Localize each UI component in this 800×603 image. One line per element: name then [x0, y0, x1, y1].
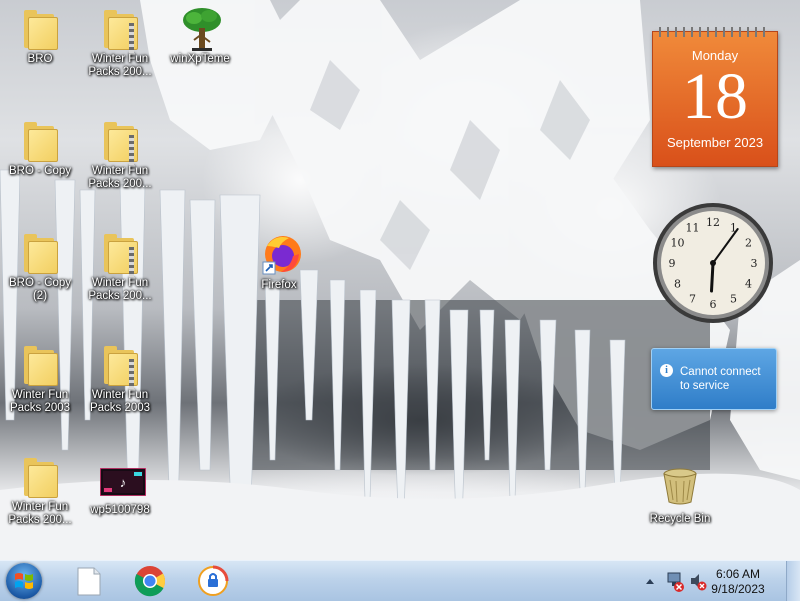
calendar-gadget[interactable]: Monday 18 September 2023: [652, 27, 778, 167]
desktop-icon-label: Firefox: [261, 279, 297, 291]
show-hidden-icons-arrow[interactable]: [642, 561, 658, 601]
chrome-icon: [134, 566, 166, 597]
desktop-icon-label: Winter Fun Packs 200...: [88, 277, 152, 302]
desktop-icon-bro-copy[interactable]: BRO - Copy: [2, 118, 78, 178]
clock-numeral: 8: [674, 278, 681, 291]
desktop-icon-label: winXpTeme: [170, 53, 230, 65]
desktop-icon-label: Winter Fun Packs 2003: [89, 389, 151, 414]
taskbar-clock-date[interactable]: 9/18/2023: [700, 582, 776, 596]
clock-numeral: 12: [706, 216, 720, 229]
desktop-icon-winter-fun-packs-zip-2[interactable]: Winter Fun Packs 200...: [82, 118, 158, 191]
windows-logo-icon: [15, 573, 33, 589]
taskbar-clock-time[interactable]: 6:06 AM: [700, 567, 776, 581]
calendar-date: 18: [682, 60, 748, 133]
desktop-icon-label: Winter Fun Packs 200...: [88, 53, 152, 78]
clock-numeral: 6: [710, 298, 717, 311]
desktop-icon-wp5100798[interactable]: ♪ wp5100798: [82, 467, 158, 517]
desktop-icon-bro-copy-2[interactable]: BRO - Copy (2): [2, 230, 78, 303]
service-message-line-2: to service: [680, 380, 730, 392]
desktop-icon-label: BRO: [27, 53, 53, 65]
taskbar-chrome-button[interactable]: [128, 564, 172, 598]
clock-numeral: 9: [669, 257, 676, 270]
clock-numeral: 10: [671, 237, 685, 250]
desktop-icon-label: Winter Fun Packs 2003: [9, 389, 71, 414]
zip-folder-icon: [100, 342, 140, 389]
service-message-line-1: Cannot connect: [680, 366, 761, 378]
desktop-icon-recycle-bin[interactable]: Recycle Bin: [642, 466, 718, 526]
desktop-icon-winter-fun-packs-folder-1[interactable]: Winter Fun Packs 2003: [2, 342, 78, 415]
service-status-gadget[interactable]: i Cannot connect to service: [651, 348, 777, 410]
folder-icon: [20, 230, 60, 274]
image-file-icon: ♪: [99, 467, 147, 498]
taskbar-vpn-button[interactable]: [191, 564, 235, 598]
desktop-icon-winter-fun-packs-zip-4[interactable]: Winter Fun Packs 2003: [82, 342, 158, 415]
desktop-icon-label: Winter Fun Packs 200...: [88, 165, 152, 190]
desktop-icon-label: wp5100798: [90, 504, 150, 516]
document-icon: [77, 567, 101, 596]
clock-numeral: 2: [745, 237, 752, 250]
taskbar-document-button[interactable]: [66, 564, 110, 598]
zip-folder-icon: [100, 230, 140, 277]
folder-icon: [20, 6, 60, 50]
calendar-month-year: September 2023: [666, 135, 764, 150]
lock-icon: [198, 565, 229, 596]
clock-numeral: 5: [730, 293, 737, 306]
firefox-shortcut-icon: [259, 232, 301, 276]
desktop-icon-winxpteme[interactable]: winXpTeme: [162, 6, 238, 66]
calendar-rings: [659, 27, 771, 37]
start-button[interactable]: [6, 563, 42, 599]
tree-icon: [180, 6, 221, 51]
desktop-icon-label: Recycle Bin: [649, 513, 711, 525]
desktop-icon-bro[interactable]: BRO: [2, 6, 78, 66]
desktop-icon-winter-fun-packs-zip-3[interactable]: Winter Fun Packs 200...: [82, 230, 158, 303]
tiktok-thumbnail-icon: ♪: [99, 467, 147, 497]
clock-numeral: 11: [686, 222, 700, 235]
service-message: Cannot connect to service: [680, 365, 761, 393]
clock-numeral: 7: [689, 293, 696, 306]
desktop-icon-label: BRO - Copy: [9, 165, 71, 177]
clock-numeral: 4: [745, 278, 752, 291]
desktop-icon-label: BRO - Copy (2): [9, 277, 71, 302]
folder-icon: [20, 118, 60, 162]
zip-folder-icon: [100, 6, 140, 53]
zip-folder-icon: [100, 118, 140, 165]
desktop-icon-label: Winter Fun Packs 200...: [8, 501, 72, 526]
clock-numeral: 3: [751, 257, 758, 270]
clock-hour-hand: [710, 261, 715, 293]
svg-text:♪: ♪: [120, 475, 127, 490]
desktop-icon-winter-fun-packs-folder-2[interactable]: Winter Fun Packs 200...: [2, 454, 78, 527]
desktop-icon-firefox[interactable]: Firefox: [241, 232, 317, 292]
taskbar: 6:06 AM 9/18/2023: [0, 560, 800, 601]
desktop-icon-winter-fun-packs-zip-1[interactable]: Winter Fun Packs 200...: [82, 6, 158, 79]
info-icon: i: [660, 364, 673, 377]
folder-icon: [20, 342, 60, 386]
recycle-bin-icon: [660, 466, 700, 510]
folder-icon: [20, 454, 60, 498]
show-desktop-button[interactable]: [786, 561, 800, 601]
clock-gadget[interactable]: 12 1234567891011: [651, 201, 775, 325]
network-icon[interactable]: [663, 561, 687, 601]
